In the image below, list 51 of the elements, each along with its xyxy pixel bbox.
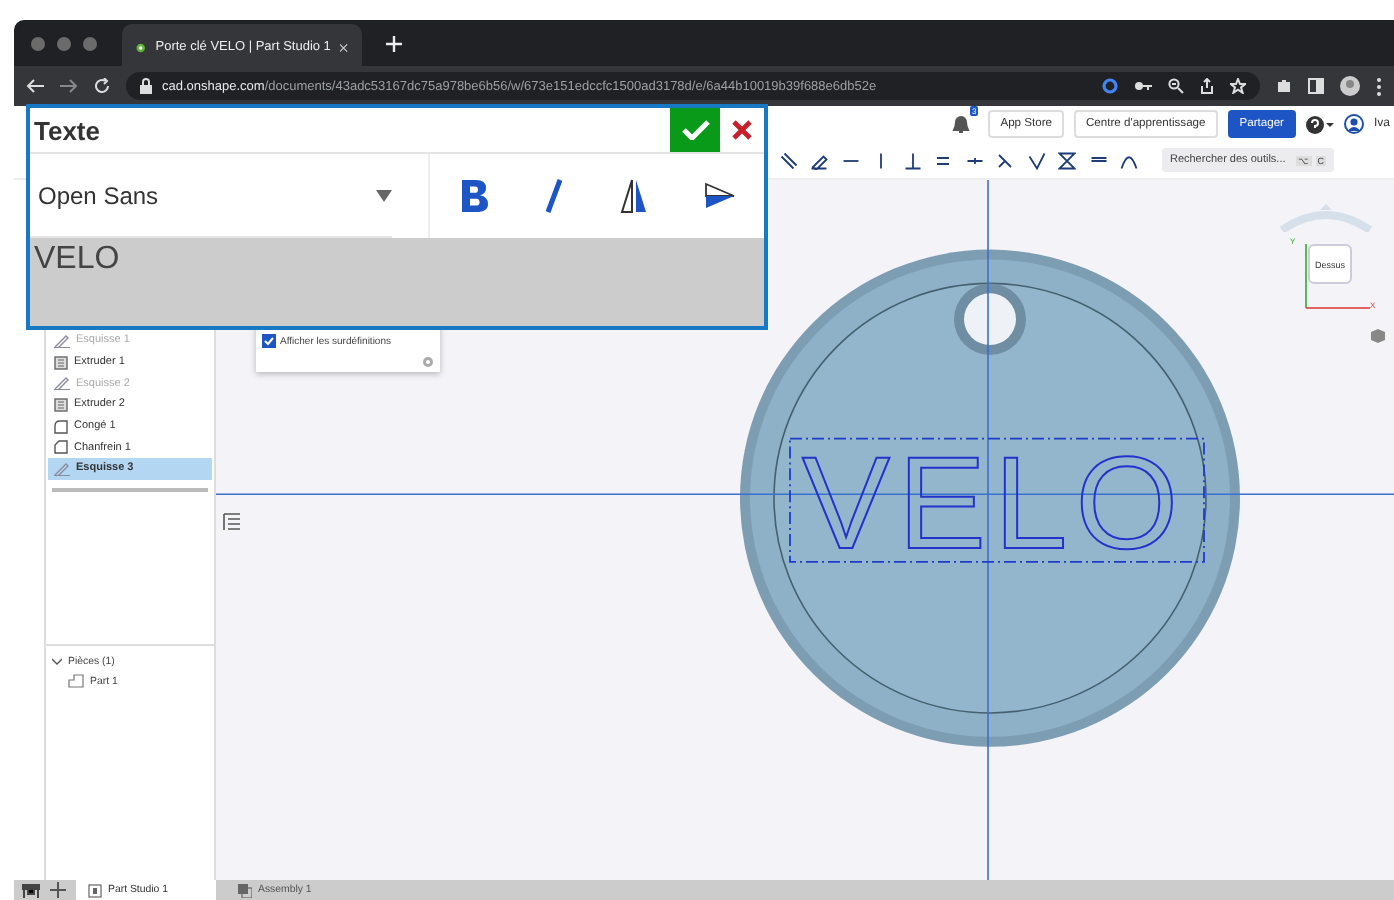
perpendicular-icon[interactable] — [903, 151, 922, 169]
pencil-icon — [54, 461, 70, 476]
text-input-field[interactable]: VELO — [30, 238, 764, 326]
extrude-icon — [54, 397, 68, 412]
cube-icon[interactable] — [1370, 328, 1386, 344]
chevron-icon — [52, 657, 62, 666]
confirm-button[interactable] — [670, 108, 720, 152]
forward-arrow-icon[interactable] — [60, 78, 78, 94]
align-icon[interactable] — [703, 182, 736, 210]
lock-icon — [140, 78, 152, 94]
help-icon[interactable] — [1305, 115, 1334, 133]
pencil-icon[interactable] — [810, 151, 829, 169]
sidebar-icon[interactable] — [1308, 78, 1324, 94]
reload-icon[interactable] — [94, 78, 110, 94]
caret-icon — [376, 189, 392, 201]
window-controls-icon[interactable] — [30, 35, 98, 51]
tangent-icon[interactable] — [996, 151, 1015, 169]
arc-icon[interactable] — [1120, 151, 1139, 169]
back-arrow-icon[interactable] — [26, 78, 44, 94]
italic-icon[interactable] — [546, 178, 563, 214]
menu-icon[interactable] — [1376, 77, 1382, 95]
user-icon[interactable] — [1343, 114, 1364, 134]
fillet-icon — [54, 419, 68, 434]
key-icon[interactable] — [1134, 80, 1152, 92]
pattern-icon[interactable] — [1058, 151, 1077, 169]
close-icon — [732, 120, 752, 140]
extrude-icon — [54, 355, 68, 370]
equal-icon[interactable] — [934, 151, 953, 169]
bottom-menu-icon[interactable] — [22, 883, 40, 897]
mirror-icon[interactable] — [619, 178, 648, 214]
checkmark-icon — [681, 120, 709, 140]
dialog-title: Texte — [32, 115, 102, 145]
chamfer-icon — [54, 440, 68, 455]
assembly-icon — [238, 883, 252, 897]
list-icon[interactable] — [222, 512, 242, 532]
zoom-icon[interactable] — [1168, 78, 1184, 94]
bell-icon[interactable] — [952, 114, 971, 134]
new-tab-icon[interactable] — [386, 35, 402, 51]
diagonal-lines-icon[interactable] — [779, 151, 798, 169]
bold-icon[interactable] — [458, 178, 491, 214]
normal-icon[interactable] — [1027, 151, 1046, 169]
share-icon[interactable] — [1200, 78, 1214, 94]
part-studio-icon — [88, 883, 102, 897]
star-icon[interactable] — [1230, 78, 1246, 94]
avatar-icon[interactable] — [1340, 76, 1360, 96]
pencil-icon — [54, 333, 70, 348]
add-icon[interactable] — [50, 882, 66, 898]
checkbox[interactable] — [262, 334, 276, 348]
part-icon — [68, 674, 84, 689]
close-icon[interactable] — [340, 41, 348, 53]
pencil-icon — [54, 376, 70, 391]
